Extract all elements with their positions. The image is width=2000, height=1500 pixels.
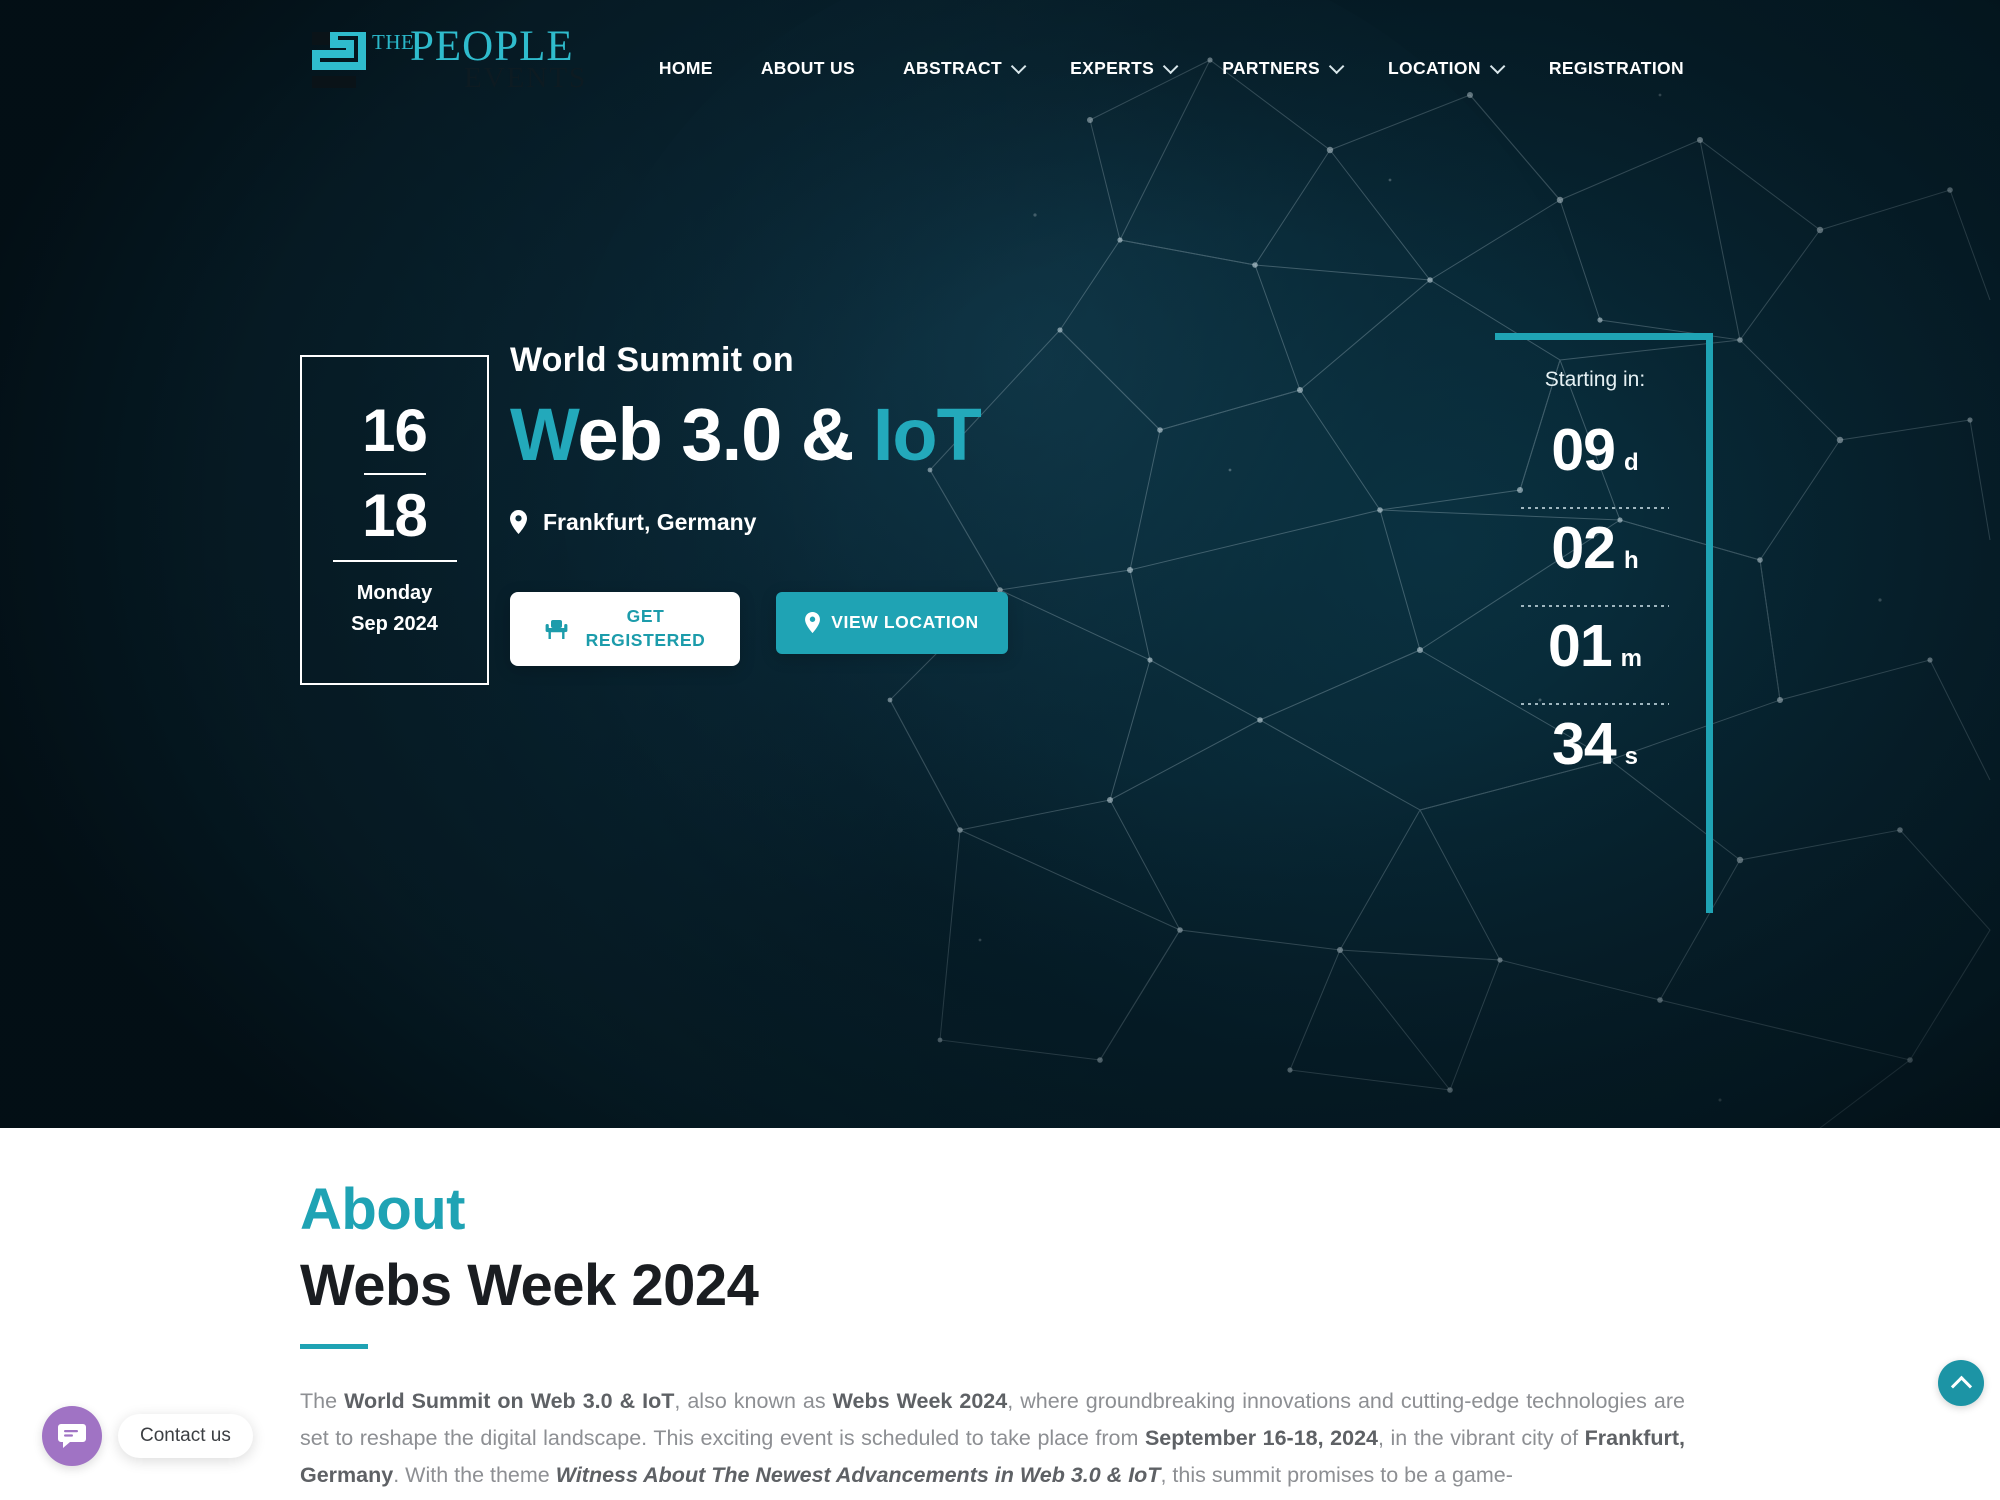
view-location-label: VIEW LOCATION [831, 612, 979, 633]
logo-mark-icon [312, 32, 366, 88]
hero-title-white: eb 3.0 & [577, 392, 855, 476]
countdown-minutes-value: 01 [1548, 613, 1613, 679]
logo-the: THE [372, 30, 415, 54]
event-date-card: 16 18 Monday Sep 2024 [300, 355, 489, 685]
nav-label: PARTNERS [1222, 58, 1320, 78]
chat-toggle-button[interactable] [42, 1406, 102, 1466]
nav-item-home[interactable]: HOME [635, 52, 737, 85]
logo-wordmark: THE PEOPLE EVENTS [372, 20, 602, 94]
nav-label: ABSTRACT [903, 58, 1003, 78]
nav-item-abstract[interactable]: ABSTRACT [879, 52, 1046, 85]
countdown-minutes-unit: m [1620, 645, 1642, 672]
hero-title-accent-w: W [510, 392, 579, 476]
hero-text-block: World Summit on Web 3.0 & IoT Frankfurt,… [510, 340, 1230, 666]
get-registered-button[interactable]: GET REGISTERED [510, 591, 740, 666]
countdown-item-days: 09 d [1495, 421, 1695, 499]
about-inner: About Webs Week 2024 The World Summit on… [300, 1178, 1720, 1494]
nav-label: ABOUT US [760, 58, 856, 78]
countdown-item-hours: 02 h [1495, 519, 1695, 597]
countdown-divider [1521, 703, 1669, 705]
hero-kicker: World Summit on [510, 341, 794, 379]
view-location-button[interactable]: VIEW LOCATION [776, 591, 1008, 654]
site-header: THE PEOPLE EVENTS HOME ABOUT US ABSTRACT… [0, 0, 2000, 112]
get-registered-label: GET REGISTERED [586, 605, 706, 652]
countdown-units: 09 d 02 h 01 m 34 s [1495, 421, 1695, 793]
about-title: Webs Week 2024 [300, 1252, 759, 1318]
countdown-seconds-unit: s [1624, 743, 1638, 770]
countdown-days-value: 09 [1551, 417, 1616, 483]
nav-item-about-us[interactable]: ABOUT US [737, 52, 879, 85]
hero-title-accent-iot: IoT [872, 392, 982, 476]
contact-us-pill[interactable]: Contact us [118, 1414, 253, 1458]
countdown-timer: Starting in: 09 d 02 h 01 m 34 s [1495, 333, 1713, 913]
map-pin-icon [510, 510, 527, 535]
about-section: About Webs Week 2024 The World Summit on… [0, 1128, 2000, 1500]
date-divider-short [363, 473, 426, 475]
scroll-to-top-button[interactable] [1938, 1360, 1984, 1406]
countdown-divider [1521, 507, 1669, 509]
about-underline [300, 1343, 368, 1349]
date-day-end: 18 [362, 482, 428, 549]
date-month-year: Sep 2024 [351, 613, 438, 636]
hero-section: THE PEOPLE EVENTS HOME ABOUT US ABSTRACT… [0, 0, 2000, 1128]
countdown-days-unit: d [1623, 449, 1639, 476]
get-registered-line2: REGISTERED [585, 629, 706, 650]
countdown-hours-unit: h [1623, 547, 1639, 574]
nav-item-location[interactable]: LOCATION [1364, 52, 1525, 85]
nav-item-registration[interactable]: REGISTRATION [1525, 52, 1708, 85]
hero-content: 16 18 Monday Sep 2024 World Summit on We… [0, 0, 2000, 1128]
countdown-divider [1521, 605, 1669, 607]
chat-bubble-icon [58, 1424, 86, 1448]
nav-item-experts[interactable]: EXPERTS [1046, 52, 1198, 85]
date-weekday: Monday [356, 582, 433, 605]
countdown-bracket-top [1495, 333, 1713, 340]
countdown-item-seconds: 34 s [1495, 715, 1695, 793]
site-logo[interactable]: THE PEOPLE EVENTS [300, 14, 600, 98]
chevron-up-icon [1950, 1375, 1972, 1397]
nav-label: REGISTRATION [1548, 58, 1684, 78]
contact-chat-widget: Contact us [42, 1406, 253, 1466]
chevron-down-icon [1010, 58, 1027, 75]
nav-label: EXPERTS [1070, 58, 1155, 78]
logo-events: EVENTS [464, 62, 588, 94]
date-day-start: 16 [362, 396, 428, 464]
about-paragraph: The World Summit on Web 3.0 & IoT, also … [300, 1388, 1685, 1487]
date-divider-long [332, 560, 457, 563]
seat-icon [545, 619, 568, 639]
main-navigation: HOME ABOUT US ABSTRACT EXPERTS PARTNERS … [635, 52, 1708, 85]
chevron-down-icon [1163, 58, 1179, 75]
map-pin-icon [805, 612, 821, 634]
contact-us-label: Contact us [140, 1425, 231, 1446]
nav-label: HOME [658, 58, 713, 78]
about-kicker: About [300, 1177, 466, 1242]
nav-label: LOCATION [1387, 58, 1481, 78]
hero-venue-label: Frankfurt, Germany [543, 508, 757, 535]
nav-item-partners[interactable]: PARTNERS [1198, 52, 1364, 85]
countdown-seconds-value: 34 [1552, 711, 1617, 777]
chevron-down-icon [1489, 58, 1506, 75]
countdown-label: Starting in: [1544, 368, 1646, 391]
hero-button-group: GET REGISTERED VIEW LOCATION [510, 591, 1230, 666]
hero-venue: Frankfurt, Germany [510, 509, 1230, 536]
countdown-hours-value: 02 [1551, 515, 1616, 581]
hero-title: Web 3.0 & IoT [510, 392, 1230, 476]
countdown-bracket-right [1706, 333, 1713, 913]
chevron-down-icon [1328, 58, 1345, 75]
countdown-item-minutes: 01 m [1495, 617, 1695, 695]
get-registered-line1: GET [626, 606, 665, 627]
